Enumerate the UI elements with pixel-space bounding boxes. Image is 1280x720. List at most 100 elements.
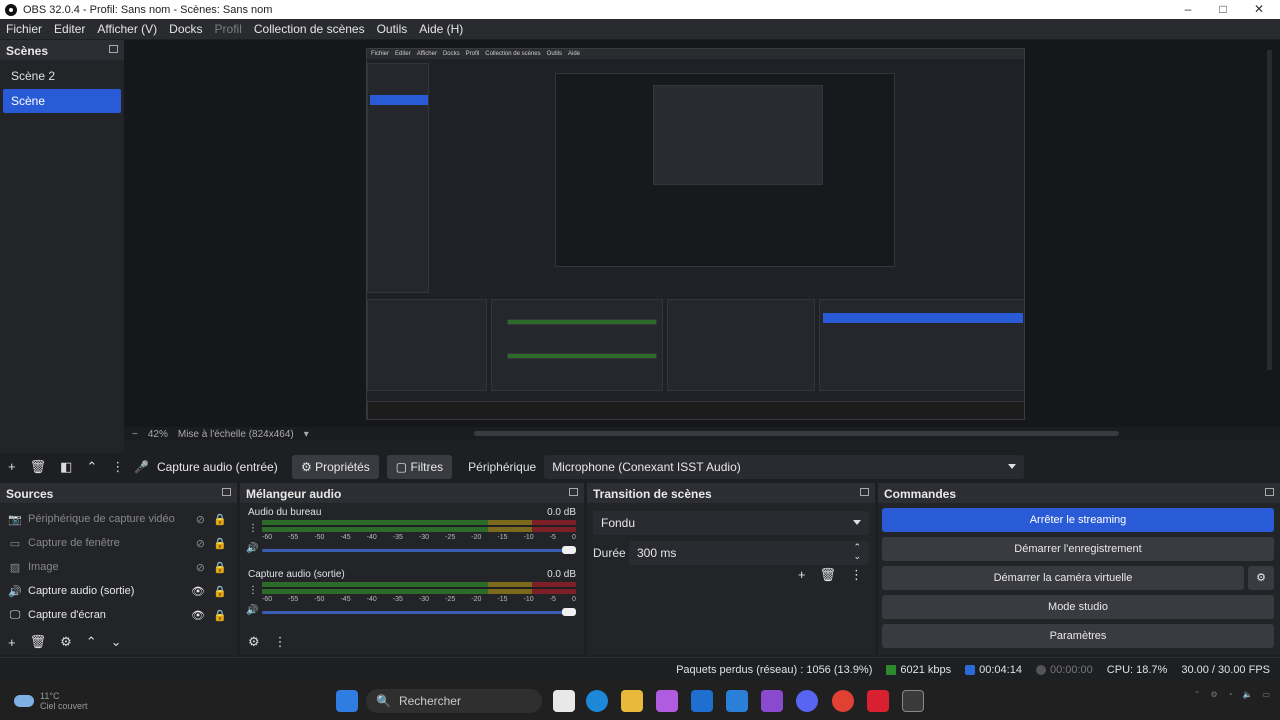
scale-label[interactable]: Mise à l'échelle (824x464) bbox=[178, 429, 294, 440]
add-transition-icon[interactable]: + bbox=[798, 567, 806, 583]
scene-item-selected[interactable]: Scène bbox=[3, 89, 121, 113]
duration-spinbox[interactable]: 300 ms ⌃ ⌄ bbox=[629, 541, 869, 565]
speaker-icon[interactable]: 🔊 bbox=[246, 605, 258, 616]
taskbar-search[interactable]: 🔍 Rechercher bbox=[366, 689, 542, 713]
chrome-icon[interactable] bbox=[832, 690, 854, 712]
device-select[interactable]: Microphone (Conexant ISST Audio) bbox=[544, 455, 1025, 479]
volume-slider[interactable] bbox=[262, 608, 576, 616]
menu-editer[interactable]: Editer bbox=[48, 22, 91, 36]
app-icon[interactable] bbox=[867, 690, 889, 712]
menu-outils[interactable]: Outils bbox=[371, 22, 414, 36]
menu-docks[interactable]: Docks bbox=[163, 22, 208, 36]
gear-icon[interactable]: ⚙ bbox=[1248, 566, 1274, 590]
float-dock-icon[interactable] bbox=[222, 488, 231, 496]
slider-knob[interactable] bbox=[562, 608, 576, 616]
weather-widget[interactable]: 11°C Ciel couvert bbox=[0, 691, 88, 711]
lock-icon[interactable]: 🔒 bbox=[213, 585, 227, 598]
speaker-icon[interactable]: 🔊 bbox=[246, 543, 258, 554]
slider-knob[interactable] bbox=[562, 546, 576, 554]
add-source-icon[interactable]: + bbox=[8, 635, 16, 650]
float-dock-icon[interactable] bbox=[109, 45, 118, 53]
outlook-icon[interactable] bbox=[726, 690, 748, 712]
stop-streaming-button[interactable]: Arrêter le streaming bbox=[882, 508, 1274, 532]
eye-icon[interactable]: 👁 bbox=[191, 609, 205, 622]
task-view-icon[interactable] bbox=[553, 690, 575, 712]
volume-slider[interactable] bbox=[262, 546, 576, 554]
gear-icon[interactable]: ⚙ bbox=[60, 634, 72, 650]
eye-off-icon[interactable]: ⊘ bbox=[196, 561, 205, 574]
source-item[interactable]: 🖵 Capture d'écran 👁 🔒 bbox=[0, 603, 237, 627]
transition-select[interactable]: Fondu bbox=[593, 511, 869, 535]
filters-button[interactable]: ▢ Filtres bbox=[386, 455, 453, 479]
properties-button[interactable]: ⚙ Propriétés bbox=[292, 455, 379, 479]
add-scene-icon[interactable]: + bbox=[8, 459, 16, 475]
menu-fichier[interactable]: Fichier bbox=[0, 22, 48, 36]
discord-icon[interactable] bbox=[796, 690, 818, 712]
image-icon: ▨ bbox=[9, 561, 21, 574]
channel-menu-icon[interactable]: ⋮ bbox=[248, 523, 258, 534]
virtual-camera-button[interactable]: Démarrer la caméra virtuelle bbox=[882, 566, 1244, 590]
advanced-audio-icon[interactable]: ⚙ bbox=[248, 634, 260, 650]
sources-title-text: Sources bbox=[6, 487, 54, 501]
volume-icon[interactable]: 🔈 bbox=[1242, 690, 1252, 699]
battery-icon[interactable]: ▭ bbox=[1262, 690, 1270, 699]
nested-mixer bbox=[491, 299, 663, 391]
wifi-icon[interactable]: ◔ bbox=[1228, 690, 1233, 699]
settings-tray-icon[interactable]: ⚙ bbox=[1210, 690, 1217, 699]
scene-filters-icon[interactable]: ◧ bbox=[60, 459, 72, 475]
eye-off-icon[interactable]: ⊘ bbox=[196, 537, 205, 550]
float-dock-icon[interactable] bbox=[860, 488, 869, 496]
chevron-up-icon[interactable]: ⌃ bbox=[1194, 690, 1201, 699]
more-icon[interactable]: ⋮ bbox=[111, 459, 124, 475]
spinner-icon[interactable]: ⌃ ⌄ bbox=[853, 543, 861, 561]
obs-taskbar-icon[interactable] bbox=[902, 690, 924, 712]
transition-type: Fondu bbox=[601, 516, 636, 530]
source-item[interactable]: ▭ Capture de fenêtre ⊘ 🔒 bbox=[0, 531, 237, 555]
settings-button[interactable]: Paramètres bbox=[882, 624, 1274, 648]
eye-icon[interactable]: 👁 bbox=[191, 585, 205, 598]
menu-collection[interactable]: Collection de scènes bbox=[248, 22, 371, 36]
file-explorer-icon[interactable] bbox=[621, 690, 643, 712]
studio-mode-button[interactable]: Mode studio bbox=[882, 595, 1274, 619]
move-up-icon[interactable]: ⌃ bbox=[86, 634, 97, 650]
remove-scene-icon[interactable]: 🗑 bbox=[30, 459, 47, 475]
transitions-title: Transition de scènes bbox=[587, 483, 875, 503]
channel-menu-icon[interactable]: ⋮ bbox=[248, 585, 258, 596]
remove-transition-icon[interactable]: 🗑 bbox=[819, 567, 836, 583]
move-up-icon[interactable]: ⌃ bbox=[86, 459, 97, 475]
float-dock-icon[interactable] bbox=[569, 488, 578, 496]
preview-area[interactable]: Fichier Editer Afficher Docks Profil Collecti… bbox=[124, 40, 1280, 427]
rec-time: 00:00:00 bbox=[1035, 664, 1093, 676]
lock-icon[interactable]: 🔒 bbox=[213, 609, 227, 622]
lock-icon[interactable]: 🔒 bbox=[213, 513, 227, 526]
scale-dropdown-icon[interactable]: ▾ bbox=[304, 429, 309, 440]
menu-profil[interactable]: Profil bbox=[209, 22, 248, 36]
close-icon[interactable]: ✕ bbox=[1241, 0, 1277, 19]
source-item[interactable]: 🔊 Capture audio (sortie) 👁 🔒 bbox=[0, 579, 237, 603]
commands-dock: Commandes Arrêter le streaming Démarrer … bbox=[878, 483, 1280, 655]
windows-start-icon[interactable] bbox=[336, 690, 358, 712]
zoom-out-icon[interactable]: − bbox=[132, 429, 138, 440]
store-icon[interactable] bbox=[691, 690, 713, 712]
remove-source-icon[interactable]: 🗑 bbox=[30, 634, 47, 650]
eye-off-icon[interactable]: ⊘ bbox=[196, 513, 205, 526]
maximize-icon[interactable]: □ bbox=[1205, 0, 1241, 19]
float-dock-icon[interactable] bbox=[1265, 488, 1274, 496]
preview-scrollbar[interactable] bbox=[1267, 50, 1272, 370]
menu-aide[interactable]: Aide (H) bbox=[413, 22, 469, 36]
lock-icon[interactable]: 🔒 bbox=[213, 537, 227, 550]
transition-menu-icon[interactable]: ⋮ bbox=[850, 567, 863, 583]
source-item[interactable]: 📷 Périphérique de capture vidéo ⊘ 🔒 bbox=[0, 507, 237, 531]
edge-icon[interactable] bbox=[586, 690, 608, 712]
scene-item[interactable]: Scène 2 bbox=[3, 64, 121, 88]
app-icon[interactable] bbox=[761, 690, 783, 712]
more-icon[interactable]: ⋮ bbox=[274, 634, 287, 650]
move-down-icon[interactable]: ⌄ bbox=[111, 634, 122, 650]
lock-icon[interactable]: 🔒 bbox=[213, 561, 227, 574]
menu-afficher[interactable]: Afficher (V) bbox=[91, 22, 163, 36]
preview-hscrollbar[interactable] bbox=[474, 431, 1119, 436]
copilot-icon[interactable] bbox=[656, 690, 678, 712]
start-recording-button[interactable]: Démarrer l'enregistrement bbox=[882, 537, 1274, 561]
minimize-icon[interactable]: – bbox=[1170, 0, 1206, 19]
source-item[interactable]: ▨ Image ⊘ 🔒 bbox=[0, 555, 237, 579]
